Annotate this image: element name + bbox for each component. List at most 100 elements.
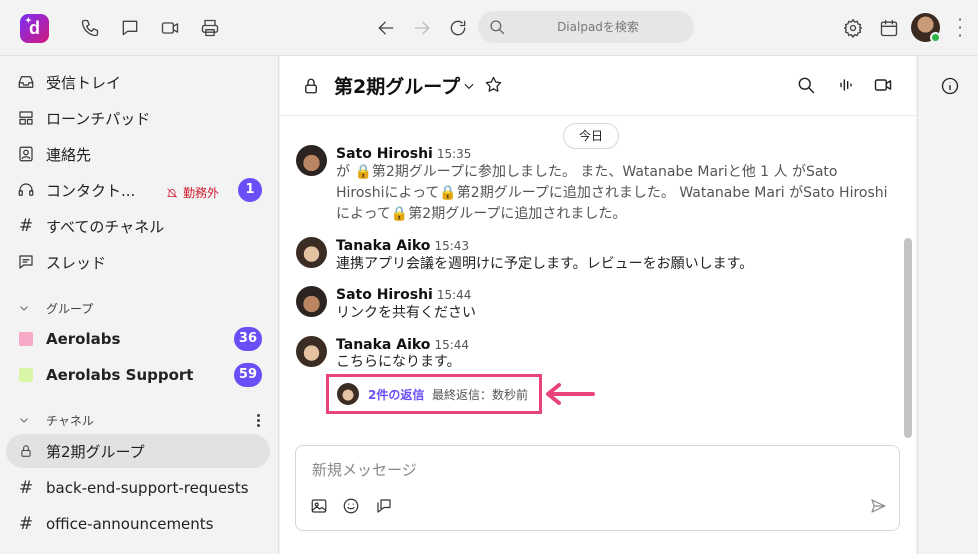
message-header: Tanaka Aiko 15:43 (336, 235, 469, 254)
thread-icon[interactable] (375, 497, 395, 517)
message-author[interactable]: Tanaka Aiko (336, 238, 430, 254)
search-icon[interactable] (796, 75, 818, 97)
lock-icon (6, 444, 46, 458)
sidebar-item-group-aerolabs[interactable]: Aerolabs 36 (6, 322, 270, 356)
back-arrow-icon[interactable] (374, 16, 398, 40)
more-options-icon[interactable]: · · · (956, 12, 964, 44)
message-body: が 🔒第2期グループに参加しました。 また、Watanabe Mariと他 1 … (336, 164, 888, 222)
hash-icon: # (18, 216, 34, 236)
channel-view: 第2期グループ 今日 Sato Hiroshi 15:35 が 🔒第2期グループに… (280, 56, 916, 554)
message-input[interactable] (312, 458, 872, 482)
online-status-indicator (930, 32, 941, 43)
message-header: Sato Hiroshi 15:35 (336, 143, 471, 162)
star-icon[interactable] (484, 75, 503, 98)
message-icon[interactable] (118, 16, 142, 40)
inbox-icon (6, 73, 46, 91)
sidebar-item-label: スレッド (46, 253, 107, 272)
search-icon (490, 20, 505, 35)
message-header: Sato Hiroshi 15:44 (336, 284, 471, 303)
avatar[interactable] (296, 336, 327, 367)
message-author[interactable]: Tanaka Aiko (336, 337, 430, 353)
message-body: 連携アプリ会議を週明けに予定します。レビューをお願いします。 (336, 256, 754, 272)
highlight-arrow-icon (546, 383, 595, 405)
sidebar-item-label: Aerolabs (46, 330, 121, 348)
headset-icon (6, 181, 46, 199)
sidebar-item-group-aerolabs-support[interactable]: Aerolabs Support 59 (6, 358, 270, 392)
send-icon[interactable] (869, 497, 889, 517)
sidebar-item-label: コンタクト... (46, 181, 136, 200)
top-bar: ✦d ··· (0, 0, 978, 56)
message-composer (295, 445, 900, 531)
avatar[interactable] (296, 145, 327, 176)
right-rail (917, 56, 978, 554)
avatar (337, 383, 359, 405)
contacts-icon (6, 145, 46, 163)
message-time: 15:44 (434, 338, 470, 352)
emoji-icon[interactable] (342, 497, 362, 517)
sidebar-item-label: ローンチパッド (46, 109, 151, 128)
lock-icon (302, 76, 320, 100)
chevron-down-icon (20, 418, 28, 423)
info-icon[interactable] (940, 76, 960, 100)
sidebar-item-channel-office[interactable]: # office-announcements (6, 507, 270, 541)
channels-section-header[interactable]: チャネル (18, 411, 94, 429)
avatar[interactable] (296, 286, 327, 317)
sidebar-item-channel-backend[interactable]: # back-end-support-requests (6, 471, 270, 505)
video-icon[interactable] (158, 16, 182, 40)
sidebar-item-label: Aerolabs Support (46, 366, 194, 384)
groups-section-header[interactable]: グループ (18, 299, 93, 317)
off-duty-status: 勤務外 (166, 184, 219, 201)
group-color-swatch (19, 368, 33, 382)
message-author[interactable]: Sato Hiroshi (336, 287, 433, 303)
chevron-down-icon (20, 306, 28, 311)
chevron-down-icon[interactable] (462, 78, 476, 97)
refresh-icon[interactable] (446, 16, 470, 40)
date-divider: 今日 (563, 123, 619, 149)
channels-more-icon[interactable] (254, 413, 262, 429)
reply-count[interactable]: 2件の返信 (368, 386, 424, 403)
bell-off-icon (167, 187, 177, 198)
voice-icon[interactable] (836, 75, 858, 97)
thread-replies-link[interactable]: 2件の返信 最終返信：数秒前 (326, 374, 542, 414)
search-input[interactable] (518, 11, 678, 43)
sidebar-item-launchpad[interactable]: ローンチパッド (6, 101, 270, 135)
hash-icon: # (18, 478, 34, 498)
settings-gear-icon[interactable] (841, 16, 865, 40)
sidebar-item-label: 受信トレイ (46, 73, 122, 92)
sidebar: 受信トレイ ローンチパッド 連絡先 コンタクト... 勤務外 1 # すべてのチ… (0, 56, 279, 554)
message-time: 15:44 (436, 288, 472, 302)
unread-badge: 36 (233, 327, 262, 351)
printer-icon[interactable] (198, 16, 222, 40)
sidebar-item-label: すべてのチャネル (46, 217, 165, 236)
message-body: こちらになります。 (336, 354, 461, 370)
image-icon[interactable] (310, 497, 330, 517)
search-bar[interactable] (478, 11, 694, 43)
channel-title[interactable]: 第2期グループ (334, 72, 460, 99)
message-time: 15:35 (436, 147, 472, 161)
threads-icon (6, 253, 46, 271)
sidebar-item-label: 第2期グループ (46, 442, 145, 461)
sidebar-item-contacts[interactable]: 連絡先 (6, 137, 270, 171)
last-reply-time: 最終返信：数秒前 (432, 388, 529, 402)
sidebar-item-contact-center[interactable]: コンタクト... 勤務外 1 (6, 173, 270, 207)
message-header: Tanaka Aiko 15:44 (336, 334, 469, 353)
message-body: リンクを共有ください (336, 305, 476, 321)
sidebar-item-channel-phase2[interactable]: 第2期グループ (6, 434, 270, 468)
sidebar-item-inbox[interactable]: 受信トレイ (6, 65, 270, 99)
message-author[interactable]: Sato Hiroshi (336, 146, 433, 162)
hash-icon: # (18, 514, 34, 534)
group-color-swatch (19, 332, 33, 346)
phone-icon[interactable] (78, 16, 102, 40)
launchpad-icon (6, 109, 46, 127)
video-icon[interactable] (873, 75, 895, 97)
sidebar-item-label: office-announcements (46, 515, 214, 533)
sidebar-item-label: back-end-support-requests (46, 479, 249, 497)
avatar[interactable] (296, 237, 327, 268)
scrollbar[interactable] (904, 238, 912, 438)
sidebar-item-threads[interactable]: スレッド (6, 245, 270, 279)
dialpad-logo[interactable]: ✦ d (20, 14, 49, 43)
forward-arrow-icon[interactable] (410, 16, 434, 40)
calendar-icon[interactable] (877, 16, 901, 40)
sidebar-item-all-channels[interactable]: # すべてのチャネル (6, 209, 270, 243)
channel-header: 第2期グループ (280, 56, 916, 116)
